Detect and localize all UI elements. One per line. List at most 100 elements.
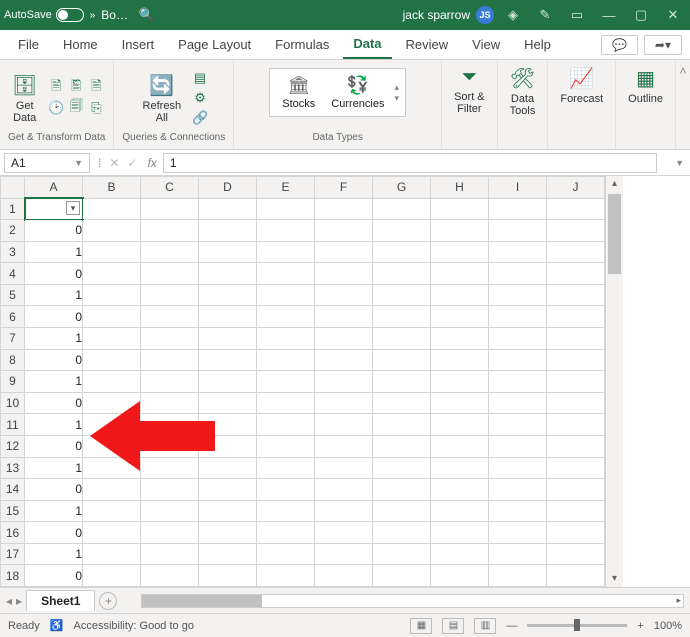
cell-C5[interactable]: [141, 284, 199, 306]
cell-E14[interactable]: [257, 479, 315, 501]
cell-I13[interactable]: [489, 457, 547, 479]
cell-J13[interactable]: [547, 457, 605, 479]
col-header-E[interactable]: E: [257, 177, 315, 199]
cell-D6[interactable]: [199, 306, 257, 328]
cell-F4[interactable]: [315, 263, 373, 285]
cell-F16[interactable]: [315, 522, 373, 544]
cell-A8[interactable]: 0: [25, 349, 83, 371]
tab-formulas[interactable]: Formulas: [265, 31, 339, 58]
cell-D1[interactable]: [199, 198, 257, 220]
cell-B11[interactable]: [83, 414, 141, 436]
cell-I17[interactable]: [489, 543, 547, 565]
page-layout-view-icon[interactable]: ▤: [442, 618, 464, 634]
cell-C15[interactable]: [141, 500, 199, 522]
zoom-slider[interactable]: [527, 624, 627, 627]
select-all-corner[interactable]: [1, 177, 25, 199]
cell-A6[interactable]: 0: [25, 306, 83, 328]
cell-F1[interactable]: [315, 198, 373, 220]
cell-I1[interactable]: [489, 198, 547, 220]
cell-F17[interactable]: [315, 543, 373, 565]
cell-C6[interactable]: [141, 306, 199, 328]
cell-E7[interactable]: [257, 328, 315, 350]
cell-B6[interactable]: [83, 306, 141, 328]
cell-J17[interactable]: [547, 543, 605, 565]
cell-I18[interactable]: [489, 565, 547, 587]
tab-view[interactable]: View: [462, 31, 510, 58]
close-icon[interactable]: ✕: [660, 7, 686, 23]
row-header-9[interactable]: 9: [1, 371, 25, 393]
row-header-3[interactable]: 3: [1, 241, 25, 263]
edit-links-icon[interactable]: 🔗: [191, 109, 209, 127]
cell-I9[interactable]: [489, 371, 547, 393]
col-header-G[interactable]: G: [373, 177, 431, 199]
cell-E15[interactable]: [257, 500, 315, 522]
vertical-scrollbar[interactable]: ▴ ▾: [605, 176, 623, 587]
row-header-6[interactable]: 6: [1, 306, 25, 328]
cell-H13[interactable]: [431, 457, 489, 479]
autosave-toggle[interactable]: AutoSave: [4, 8, 84, 22]
cell-B10[interactable]: [83, 392, 141, 414]
refresh-all-button[interactable]: 🔄Refresh All: [139, 71, 186, 126]
row-header-16[interactable]: 16: [1, 522, 25, 544]
cell-B7[interactable]: [83, 328, 141, 350]
cell-F2[interactable]: [315, 220, 373, 242]
cell-C13[interactable]: [141, 457, 199, 479]
cell-F5[interactable]: [315, 284, 373, 306]
tab-nav-prev-icon[interactable]: ◂: [6, 594, 12, 608]
row-header-12[interactable]: 12: [1, 435, 25, 457]
from-table-icon[interactable]: 🗎: [87, 79, 105, 97]
col-header-D[interactable]: D: [199, 177, 257, 199]
row-header-14[interactable]: 14: [1, 479, 25, 501]
cell-B12[interactable]: [83, 435, 141, 457]
cell-C11[interactable]: [141, 414, 199, 436]
cell-C3[interactable]: [141, 241, 199, 263]
cell-F10[interactable]: [315, 392, 373, 414]
cell-I11[interactable]: [489, 414, 547, 436]
col-header-F[interactable]: F: [315, 177, 373, 199]
horizontal-scrollbar[interactable]: ◂ ▸: [141, 594, 684, 608]
search-icon[interactable]: 🔍: [134, 7, 160, 23]
cell-A15[interactable]: 1: [25, 500, 83, 522]
cell-H12[interactable]: [431, 435, 489, 457]
scroll-up-icon[interactable]: ▴: [606, 176, 623, 192]
cell-J7[interactable]: [547, 328, 605, 350]
row-header-18[interactable]: 18: [1, 565, 25, 587]
cell-C16[interactable]: [141, 522, 199, 544]
col-header-I[interactable]: I: [489, 177, 547, 199]
expand-bar-icon[interactable]: ▼: [675, 158, 690, 168]
cell-H15[interactable]: [431, 500, 489, 522]
zoom-out-icon[interactable]: —: [506, 620, 517, 632]
cell-J9[interactable]: [547, 371, 605, 393]
recent-icon[interactable]: 🕑: [47, 99, 65, 117]
row-header-8[interactable]: 8: [1, 349, 25, 371]
cell-I12[interactable]: [489, 435, 547, 457]
cell-B13[interactable]: [83, 457, 141, 479]
cell-H5[interactable]: [431, 284, 489, 306]
cell-D18[interactable]: [199, 565, 257, 587]
cell-A4[interactable]: 0: [25, 263, 83, 285]
tab-file[interactable]: File: [8, 31, 49, 58]
cell-B14[interactable]: [83, 479, 141, 501]
cell-B9[interactable]: [83, 371, 141, 393]
cell-J16[interactable]: [547, 522, 605, 544]
tab-nav-next-icon[interactable]: ▸: [16, 594, 22, 608]
dt-up-icon[interactable]: ▴: [394, 82, 399, 93]
row-header-2[interactable]: 2: [1, 220, 25, 242]
fx-icon[interactable]: fx: [141, 156, 162, 170]
cell-G13[interactable]: [373, 457, 431, 479]
cell-G12[interactable]: [373, 435, 431, 457]
worksheet-grid[interactable]: ABCDEFGHIJ1▾2031405160718091100111120131…: [0, 176, 690, 587]
cell-E4[interactable]: [257, 263, 315, 285]
cell-E6[interactable]: [257, 306, 315, 328]
cell-D16[interactable]: [199, 522, 257, 544]
conn-icon[interactable]: ⎘: [87, 99, 105, 117]
cell-G4[interactable]: [373, 263, 431, 285]
cell-F11[interactable]: [315, 414, 373, 436]
cell-G10[interactable]: [373, 392, 431, 414]
cell-A11[interactable]: 1: [25, 414, 83, 436]
cell-G15[interactable]: [373, 500, 431, 522]
cell-E12[interactable]: [257, 435, 315, 457]
cell-A9[interactable]: 1: [25, 371, 83, 393]
cell-I6[interactable]: [489, 306, 547, 328]
cell-H2[interactable]: [431, 220, 489, 242]
